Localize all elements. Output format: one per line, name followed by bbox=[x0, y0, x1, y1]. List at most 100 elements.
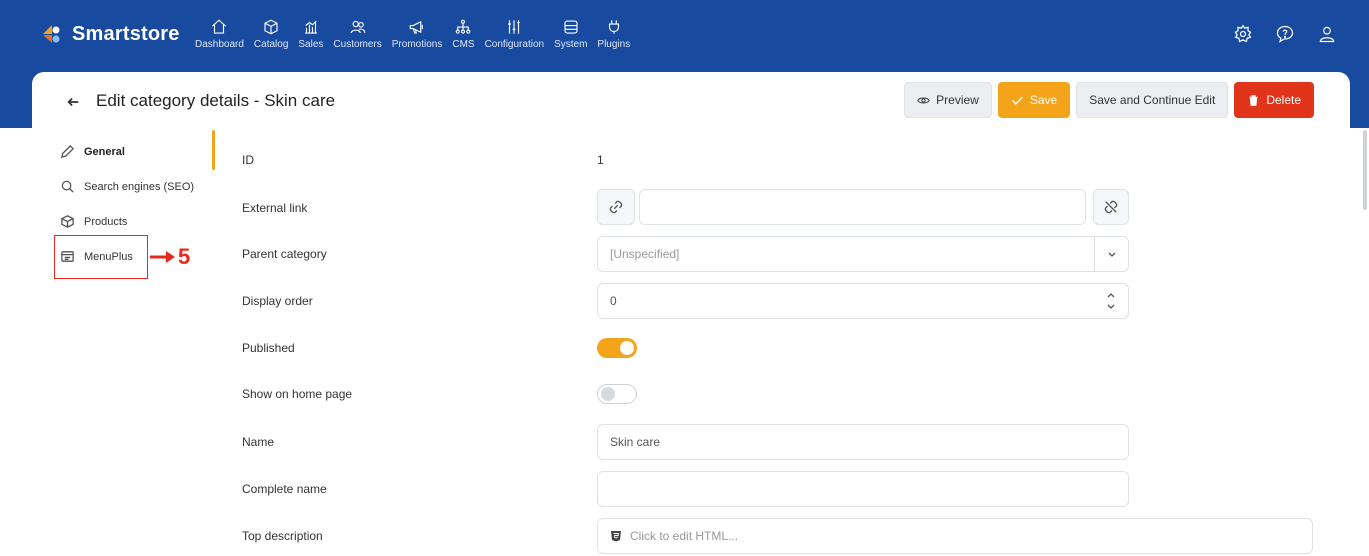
plug-icon bbox=[608, 20, 619, 34]
card-header: Edit category details - Skin care Previe… bbox=[32, 72, 1350, 128]
database-icon bbox=[564, 20, 578, 34]
display-order-value: 0 bbox=[610, 294, 617, 308]
nav-label: Customers bbox=[333, 39, 382, 50]
eye-icon bbox=[917, 97, 930, 103]
nav-label: Sales bbox=[298, 39, 324, 50]
name-label: Name bbox=[242, 435, 275, 449]
parent-category-label: Parent category bbox=[242, 247, 327, 261]
nav-label: Dashboard bbox=[195, 39, 244, 50]
trash-icon bbox=[1249, 94, 1258, 106]
nav-configuration[interactable]: Configuration bbox=[480, 18, 549, 50]
nav-customers[interactable]: Customers bbox=[328, 18, 386, 50]
nav-label: Promotions bbox=[391, 39, 443, 50]
page-title: Edit category details - Skin care bbox=[96, 91, 336, 110]
chevron-down-icon bbox=[1094, 237, 1128, 271]
nav-label: CMS bbox=[452, 39, 475, 50]
box-icon bbox=[264, 19, 278, 35]
settings-icon[interactable] bbox=[1233, 24, 1253, 44]
chevron-up-icon[interactable] bbox=[1106, 292, 1116, 299]
chart-icon bbox=[304, 20, 317, 34]
external-link-input[interactable] bbox=[639, 189, 1086, 225]
sitemap-icon bbox=[456, 19, 471, 34]
row-parent-category: Parent category bbox=[242, 234, 582, 274]
toolbar: Preview Save Save and Continue Edit Dele… bbox=[904, 82, 1314, 118]
arrow-right-icon bbox=[150, 251, 175, 263]
display-order-stepper[interactable]: 0 bbox=[597, 283, 1129, 319]
step-number: 5 bbox=[178, 244, 191, 269]
step-annotation: 5 bbox=[150, 244, 190, 270]
chevron-down-icon[interactable] bbox=[1106, 303, 1116, 310]
html5-icon bbox=[611, 531, 621, 542]
home-icon bbox=[212, 19, 227, 34]
brand[interactable]: Smartstore bbox=[40, 22, 180, 46]
clear-link-button[interactable] bbox=[1093, 189, 1129, 225]
main-nav: Dashboard Catalog Sales Customers Promot… bbox=[190, 18, 635, 50]
tab-seo[interactable]: Search engines (SEO) bbox=[54, 169, 214, 204]
row-external-link: External link bbox=[242, 188, 582, 228]
nav-label: System bbox=[554, 39, 588, 50]
tab-label: General bbox=[84, 145, 125, 158]
save-continue-label: Save and Continue Edit bbox=[1089, 93, 1216, 107]
users-icon bbox=[350, 20, 365, 34]
nav-label: Plugins bbox=[597, 39, 631, 50]
row-published: Published bbox=[242, 328, 582, 368]
link-type-dropdown[interactable] bbox=[597, 189, 635, 225]
row-show-home: Show on home page bbox=[242, 374, 582, 414]
nav-catalog[interactable]: Catalog bbox=[249, 18, 293, 50]
active-tab-indicator bbox=[212, 130, 215, 170]
back-button[interactable] bbox=[59, 88, 87, 116]
complete-name-input[interactable] bbox=[597, 471, 1129, 507]
save-button[interactable]: Save bbox=[997, 82, 1071, 118]
check-icon bbox=[1011, 96, 1023, 105]
show-home-label: Show on home page bbox=[242, 387, 353, 401]
nav-dashboard[interactable]: Dashboard bbox=[190, 18, 249, 50]
id-label: ID bbox=[242, 153, 254, 167]
display-order-label: Display order bbox=[242, 294, 313, 308]
external-link-label: External link bbox=[242, 201, 308, 215]
link-icon bbox=[609, 200, 623, 214]
id-value: 1 bbox=[597, 153, 604, 167]
complete-name-label: Complete name bbox=[242, 482, 327, 496]
help-icon[interactable] bbox=[1275, 24, 1295, 44]
nav-promotions[interactable]: Promotions bbox=[387, 18, 448, 50]
tab-general[interactable]: General bbox=[54, 134, 214, 169]
stepper-arrows[interactable] bbox=[1094, 284, 1128, 318]
row-complete-name: Complete name bbox=[242, 469, 582, 509]
row-id: ID bbox=[242, 140, 582, 180]
nav-sales[interactable]: Sales bbox=[293, 18, 328, 50]
nav-plugins[interactable]: Plugins bbox=[592, 18, 635, 50]
menuplus-highlight-box bbox=[54, 235, 148, 279]
tab-label: Search engines (SEO) bbox=[84, 180, 195, 193]
published-label: Published bbox=[242, 341, 295, 355]
unlink-icon bbox=[1104, 200, 1118, 214]
preview-label: Preview bbox=[936, 93, 979, 107]
box-icon bbox=[61, 215, 74, 228]
nav-label: Catalog bbox=[253, 39, 289, 50]
parent-category-select[interactable]: [Unspecified] bbox=[597, 236, 1129, 272]
delete-label: Delete bbox=[1266, 93, 1301, 107]
nav-cms[interactable]: CMS bbox=[447, 18, 479, 50]
nav-system[interactable]: System bbox=[549, 18, 592, 50]
pencil-icon bbox=[60, 144, 75, 159]
name-input[interactable]: Skin care bbox=[597, 424, 1129, 460]
show-home-toggle[interactable] bbox=[597, 384, 637, 404]
published-toggle[interactable] bbox=[597, 338, 637, 358]
preview-button[interactable]: Preview bbox=[904, 82, 992, 118]
row-name: Name bbox=[242, 422, 582, 462]
smartstore-logo-icon bbox=[43, 25, 60, 43]
delete-button[interactable]: Delete bbox=[1234, 82, 1314, 118]
row-top-description: Top description bbox=[242, 516, 582, 556]
search-icon bbox=[61, 180, 74, 193]
tab-label: Products bbox=[84, 215, 128, 228]
parent-category-value: [Unspecified] bbox=[610, 247, 680, 261]
user-icon[interactable] bbox=[1317, 24, 1337, 44]
top-description-label: Top description bbox=[242, 529, 323, 543]
page-scrollbar[interactable] bbox=[1363, 130, 1367, 210]
row-display-order: Display order bbox=[242, 281, 582, 321]
header-actions bbox=[1233, 24, 1337, 44]
megaphone-icon bbox=[409, 20, 423, 34]
top-description-editor[interactable]: Click to edit HTML... bbox=[597, 518, 1313, 554]
save-label: Save bbox=[1029, 93, 1058, 107]
save-continue-button[interactable]: Save and Continue Edit bbox=[1076, 82, 1229, 118]
tab-products[interactable]: Products bbox=[54, 204, 214, 239]
